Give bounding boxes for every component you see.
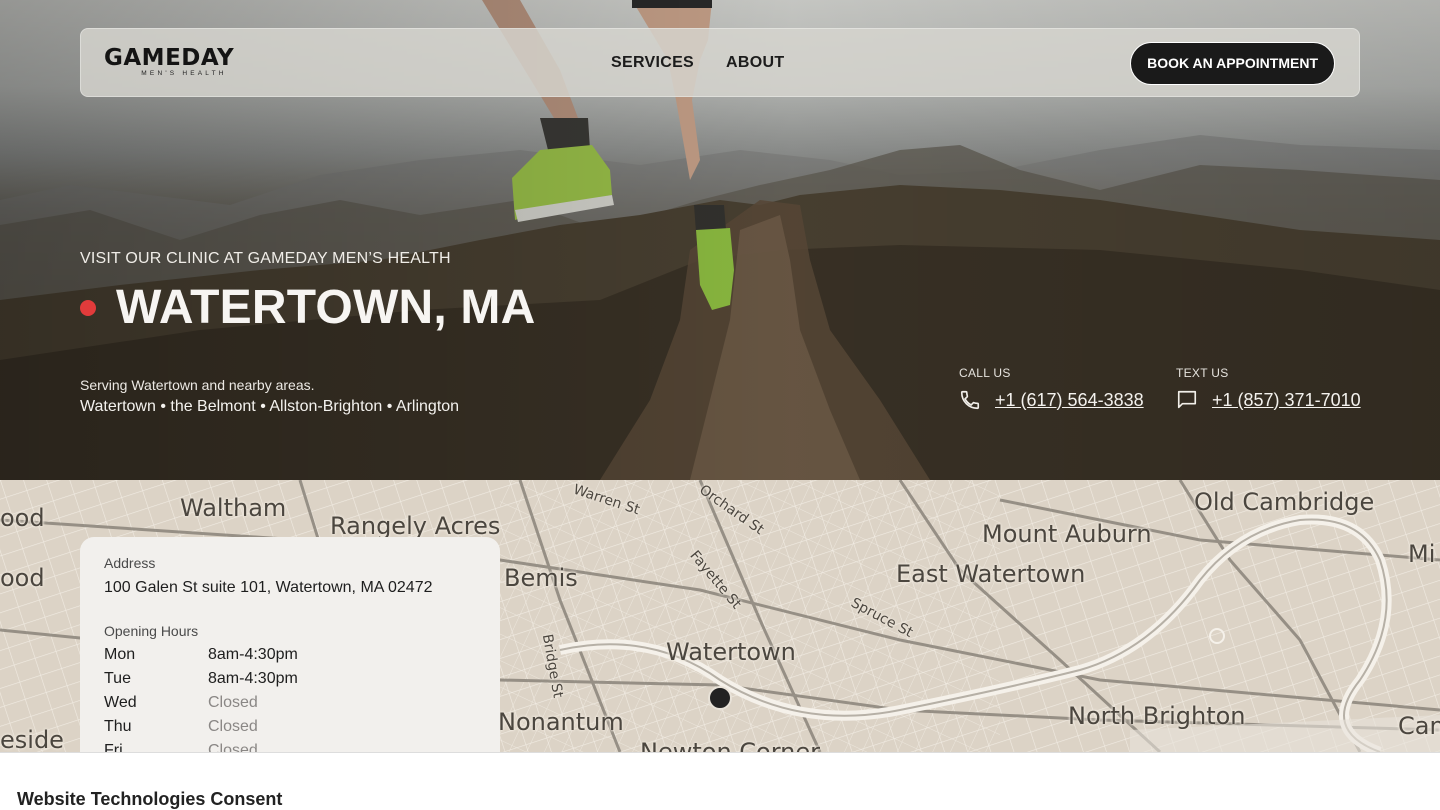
- consent-title: Website Technologies Consent: [17, 789, 283, 809]
- hours-day: Wed: [104, 694, 137, 711]
- map-label-watertown: Watertown: [666, 638, 796, 666]
- page-title: WATERTOWN, MA: [116, 281, 536, 334]
- logo-wordmark: GAMEDAY: [104, 45, 235, 71]
- call-phone-link[interactable]: +1 (617) 564-3838: [995, 390, 1144, 411]
- hours-value: 8am-4:30pm: [208, 670, 298, 687]
- hours-row: Wed Closed: [104, 691, 476, 715]
- map-label-bemis: Bemis: [504, 564, 578, 592]
- map-label-newton-corner: Newton Corner: [640, 738, 821, 752]
- map-label-north-brighton: North Brighton: [1068, 702, 1246, 730]
- location-dot-icon: [80, 299, 96, 316]
- map-label-edge-5: Can: [1398, 712, 1440, 740]
- hours-day: Mon: [104, 646, 136, 663]
- gameday-logo[interactable]: GAMEDAY MEN'S HEALTH: [104, 45, 264, 77]
- opening-hours-list: Mon 8am-4:30pm Tue 8am-4:30pm Wed Closed…: [104, 643, 476, 763]
- map-label-edge-2: ood: [0, 564, 45, 592]
- hours-value: 8am-4:30pm: [208, 646, 298, 663]
- map-label-edge-3: eside: [0, 726, 64, 752]
- map-label-mount-auburn: Mount Auburn: [982, 520, 1152, 548]
- call-us-label: CALL US: [959, 366, 1011, 380]
- map-label-waltham: Waltham: [180, 494, 287, 522]
- service-areas: Watertown • the Belmont • Allston-Bright…: [80, 398, 460, 415]
- logo-tagline: MEN'S HEALTH: [141, 70, 227, 77]
- call-us-block: CALL US +1 (617) 564-3838: [959, 366, 1144, 411]
- text-us-label: TEXT US: [1176, 366, 1229, 380]
- hours-value: Closed: [208, 694, 258, 711]
- location-info-card: Address 100 Galen St suite 101, Watertow…: [80, 537, 500, 767]
- hours-value: Closed: [208, 718, 258, 735]
- serving-text: Serving Watertown and nearby areas.: [80, 377, 315, 393]
- nav-links: SERVICES ABOUT: [611, 54, 784, 72]
- map-label-rangely-acres: Rangely Acres: [330, 512, 501, 540]
- map-label-old-cambridge: Old Cambridge: [1194, 488, 1375, 516]
- address-label: Address: [104, 555, 156, 571]
- top-navbar: GAMEDAY MEN'S HEALTH SERVICES ABOUT BOOK…: [80, 28, 1360, 97]
- hours-row: Mon 8am-4:30pm: [104, 643, 476, 667]
- text-us-block: TEXT US +1 (857) 371-7010: [1176, 366, 1361, 411]
- map-label-edge-1: ood: [0, 504, 45, 532]
- map-label-east-watertown: East Watertown: [896, 560, 1086, 588]
- address-value: 100 Galen St suite 101, Watertown, MA 02…: [104, 579, 433, 596]
- hero-title-group: WATERTOWN, MA: [80, 280, 535, 335]
- map-location-pin[interactable]: [708, 686, 732, 710]
- map-label-nonantum: Nonantum: [498, 708, 624, 736]
- chat-icon: [1177, 390, 1197, 409]
- book-appointment-button[interactable]: BOOK AN APPOINTMENT: [1130, 42, 1335, 85]
- cookie-consent-banner: Website Technologies Consent: [0, 752, 1440, 810]
- hero-section: GAMEDAY MEN'S HEALTH SERVICES ABOUT BOOK…: [0, 0, 1440, 480]
- nav-link-about[interactable]: ABOUT: [726, 54, 784, 72]
- hero-eyebrow: VISIT OUR CLINIC AT GAMEDAY MEN’S HEALTH: [80, 250, 451, 267]
- hours-day: Tue: [104, 670, 131, 687]
- hours-row: Tue 8am-4:30pm: [104, 667, 476, 691]
- text-phone-link[interactable]: +1 (857) 371-7010: [1212, 390, 1361, 411]
- opening-hours-label: Opening Hours: [104, 623, 199, 639]
- phone-icon: [960, 390, 980, 410]
- hours-row: Thu Closed: [104, 715, 476, 739]
- map-label-edge-4: Mi: [1408, 540, 1436, 568]
- nav-link-services[interactable]: SERVICES: [611, 54, 694, 72]
- hours-day: Thu: [104, 718, 132, 735]
